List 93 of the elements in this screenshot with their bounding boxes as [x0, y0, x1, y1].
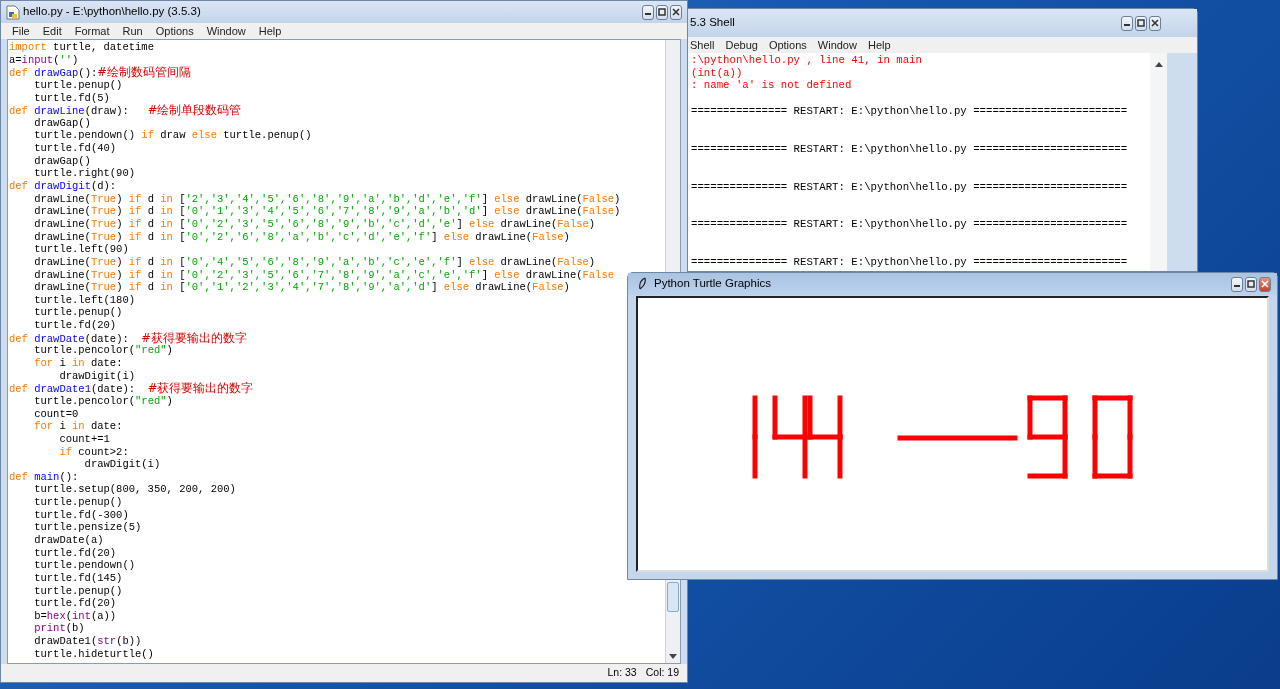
code-line: def main():: [9, 470, 79, 484]
down-arrow-icon[interactable]: [669, 654, 677, 659]
code-line: if count>2:: [58, 445, 129, 459]
shell-restart-line: =============== RESTART: E:\python\hello.py ========================: [691, 142, 1129, 156]
code-line: def drawGap():#绘制数码管间隔: [9, 66, 191, 79]
code-line: turtle.fd(20): [33, 546, 117, 560]
code-line: turtle.penup(): [33, 78, 123, 92]
code-line: turtle.pendown(): [33, 559, 136, 572]
close-icon[interactable]: [671, 8, 681, 16]
code-line: drawDigit(i): [58, 369, 136, 383]
menu-item[interactable]: Options: [768, 36, 807, 54]
code-line: drawDate(a): [33, 534, 104, 547]
code-line: turtle.pencolor("red"): [33, 394, 173, 408]
code-line: turtle.hideturtle(): [33, 647, 154, 661]
code-line: turtle.fd(20): [33, 597, 117, 610]
maximize-button[interactable]: [1135, 15, 1147, 31]
maximize-button[interactable]: [1245, 276, 1257, 292]
menu-item[interactable]: Help: [867, 36, 891, 54]
menu-item[interactable]: Run: [122, 22, 143, 40]
close-button[interactable]: [670, 4, 682, 20]
code-line: drawLine(True) if d in ['0','1','3','4','5','6','7','8','9','a','b','d'] else drawLine(False): [33, 205, 621, 218]
code-line: print(b): [33, 622, 85, 636]
code-line: turtle.fd(40): [33, 142, 117, 155]
code-line: turtle.fd(5): [33, 91, 110, 105]
shell-restart-line: =============== RESTART: E:\python\hello.py ========================: [691, 180, 1129, 194]
close-icon[interactable]: [1150, 19, 1160, 27]
menu-item[interactable]: Debug: [725, 36, 758, 54]
code-line: def drawDate(date): #获得要输出的数字: [9, 331, 247, 345]
menu-item[interactable]: Edit: [42, 22, 62, 40]
code-line: turtle.penup(): [33, 306, 123, 320]
menu-item[interactable]: File: [12, 22, 30, 40]
minimize-button[interactable]: [1231, 276, 1243, 292]
code-line: count=0: [33, 407, 79, 421]
code-line: turtle.fd(-300): [33, 508, 129, 522]
close-button[interactable]: [1149, 15, 1161, 31]
maximize-icon[interactable]: [1136, 19, 1146, 27]
shell-error-line: :\python\hello.py , line 41, in main: [691, 54, 923, 67]
code-line: turtle.pencolor("red"): [33, 344, 173, 357]
code-line: turtle.pensize(5): [33, 521, 142, 534]
menu-item[interactable]: Shell: [690, 36, 715, 54]
code-line: drawLine(True) if d in ['2','3','4','5','6','8','9','a','b','d','e','f'] else drawLine(False): [33, 192, 621, 206]
shell-restart-line: =============== RESTART: E:\python\hello.py ========================: [691, 256, 1129, 270]
code-line: turtle.pendown() if draw else turtle.penup(): [33, 129, 312, 143]
maximize-button[interactable]: [656, 4, 668, 20]
code-line: drawDigit(i): [83, 458, 161, 471]
code-line: drawLine(True) if d in ['0','2','3','5','6','7','8','9','a','c','e','f'] else drawLine(False: [33, 268, 614, 282]
code-line: drawGap(): [33, 116, 91, 130]
code-line: def drawDigit(d):: [9, 180, 117, 193]
line-number-status: Ln: 33: [607, 665, 637, 681]
code-line: def drawLine(draw): #绘制单段数码管: [9, 104, 242, 117]
code-line: drawLine(True) if d in ['0','1','2','3','4','7','8','9','a','d'] else drawLine(False): [33, 281, 570, 294]
scrollbar[interactable]: [1150, 53, 1167, 271]
window-title: 5.3 Shell: [690, 15, 735, 31]
code-line: turtle.fd(145): [33, 571, 123, 585]
code-line: import turtle, datetime: [9, 41, 154, 54]
code-line: drawGap(): [33, 154, 91, 168]
menu-item[interactable]: Help: [258, 22, 282, 40]
code-line: a=input(''): [9, 53, 79, 67]
shell-restart-line: =============== RESTART: E:\python\hello.py ========================: [691, 218, 1129, 232]
code-line: drawLine(True) if d in ['0','4','5','6','8','9','a','b','c','e','f'] else drawLine(False): [33, 255, 596, 269]
minimize-button[interactable]: [1121, 15, 1133, 31]
code-line: drawLine(True) if d in ['0','2','3','5','6','8','9','b','c','d','e'] else drawLine(False): [33, 217, 596, 231]
shell-restart-line: =============== RESTART: E:\python\hello.py ========================: [691, 104, 1129, 118]
python-file-icon: [6, 4, 20, 20]
code-line: drawDate1(str(b)): [33, 635, 142, 648]
code-line: turtle.left(90): [33, 243, 129, 256]
scrollbar-thumb[interactable]: [667, 582, 679, 612]
code-line: for i in date:: [33, 357, 123, 370]
shell-error-line: : name 'a' is not defined: [691, 79, 853, 92]
column-number-status: Col: 19: [645, 665, 679, 681]
code-line: drawLine(True) if d in ['0','2','6','8','a','b','c','d','e','f'] else drawLine(False): [33, 230, 570, 244]
feather-icon: [638, 277, 647, 291]
code-line: count+=1: [58, 432, 110, 446]
code-line: for i in date:: [33, 420, 123, 433]
code-line: b=hex(int(a)): [33, 609, 117, 623]
code-line: def drawDate1(date): #获得要输出的数字: [9, 382, 254, 395]
code-line: turtle.penup(): [33, 584, 123, 598]
menu-item[interactable]: Format: [74, 22, 110, 40]
menu-item[interactable]: Window: [817, 36, 857, 54]
minimize-button[interactable]: [642, 4, 654, 20]
menu-item[interactable]: Window: [206, 22, 246, 40]
code-line: turtle.setup(800, 350, 200, 200): [33, 483, 236, 497]
window-title: Python Turtle Graphics: [654, 276, 771, 292]
code-line: turtle.fd(20): [33, 319, 117, 332]
code-line: turtle.right(90): [33, 167, 136, 181]
up-arrow-icon[interactable]: [1155, 62, 1163, 67]
code-line: turtle.left(180): [33, 293, 136, 307]
window-title: hello.py - E:\python\hello.py (3.5.3): [23, 4, 201, 20]
maximize-icon[interactable]: [1246, 280, 1256, 288]
maximize-icon[interactable]: [657, 8, 667, 16]
menu-item[interactable]: Options: [155, 22, 194, 40]
shell-error-line: (int(a)): [691, 66, 744, 80]
code-line: turtle.penup(): [33, 496, 123, 509]
